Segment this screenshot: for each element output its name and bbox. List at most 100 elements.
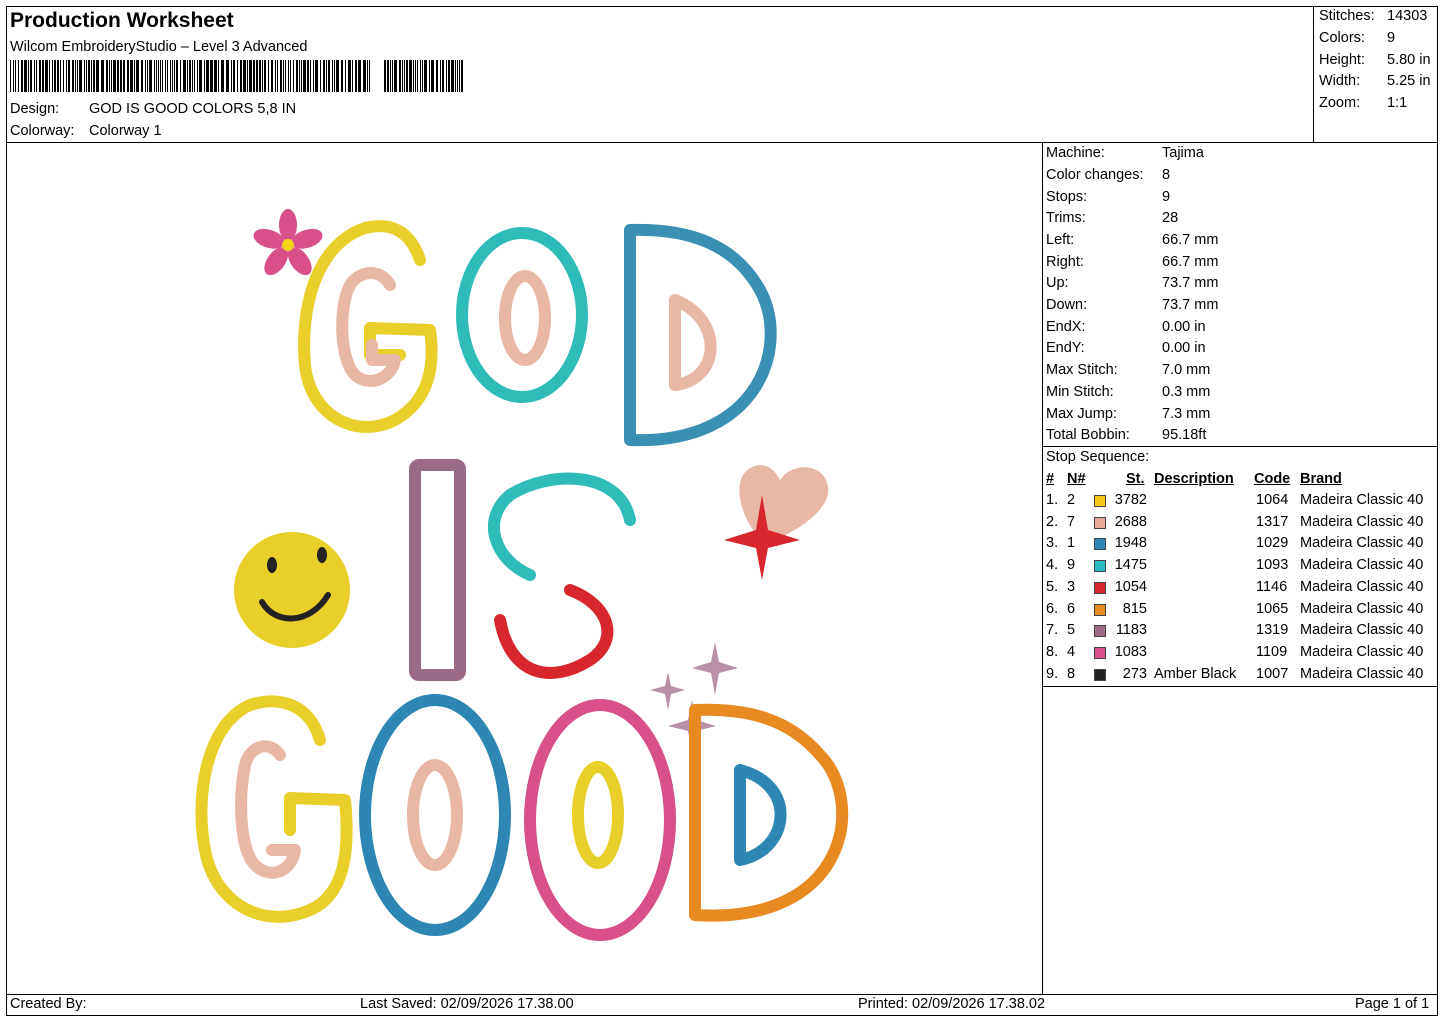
barcode-bar [422,60,423,92]
barcode-bar [231,60,232,92]
barcode-bar [214,60,217,92]
barcode-bar [402,60,403,92]
info-value: 95.18ft [1162,427,1207,443]
row-code: 1007 [1256,665,1289,682]
row-brand: Madeira Classic 40 [1300,578,1424,595]
row-num: 8. [1046,643,1059,660]
barcode-bar [167,60,168,92]
barcode-bar [315,60,318,92]
barcode-bar [63,60,64,92]
info-value: 73.7 mm [1162,297,1219,313]
info-value: 28 [1162,210,1179,226]
barcode-bar [226,60,229,92]
row-brand: Madeira Classic 40 [1300,600,1424,617]
barcode-bar [290,60,291,92]
barcode-bar [262,60,263,92]
barcode-bar [165,60,166,92]
info-label: Max Stitch: [1046,362,1118,378]
barcode-bar [101,60,104,92]
barcode-bar [429,60,430,92]
info-value: 66.7 mm [1162,232,1219,248]
letter-o-bottom2-outer [524,699,676,941]
barcode-bar [285,60,286,92]
color-swatch [1094,538,1106,551]
embroidery-design-preview [195,209,849,941]
row-code: 1319 [1256,622,1289,639]
barcode-bar [451,60,454,92]
col-header-stitches: St. [1126,471,1145,487]
barcode-bar [180,60,181,92]
barcode-bar [277,60,278,92]
color-swatch [1094,646,1106,659]
barcode-bar [187,60,188,92]
row-description: Amber Black [1154,665,1237,682]
letter-o-bottom1-inner [407,759,463,871]
barcode-bar [328,60,330,92]
colorway-value: Colorway 1 [89,123,162,139]
info-label: EndY: [1046,340,1085,356]
letter-o-inner [499,270,551,366]
barcode-bar [455,60,456,92]
page-title: Production Worksheet [10,9,234,32]
barcode-bar [147,60,148,92]
barcode-bar [358,60,361,92]
info-value: 66.7 mm [1162,254,1219,270]
barcode-bar [192,60,193,92]
row-code: 1093 [1256,557,1289,574]
barcode-bar [88,60,90,92]
software-name: Wilcom EmbroideryStudio – Level 3 Advanc… [10,39,308,55]
header-summary-divider [1313,6,1314,143]
barcode-bar [326,60,327,92]
row-code: 1064 [1256,492,1289,508]
barcode-bar [461,60,463,92]
barcode-bar [18,60,19,92]
info-label: Trims: [1046,210,1086,226]
barcode-bar [10,60,11,92]
barcode-bar [162,60,163,92]
barcode-bar [442,60,444,92]
barcode-bar [424,60,427,92]
row-brand: Madeira Classic 40 [1300,665,1424,682]
barcode-bar [341,60,343,92]
barcode-bar [249,60,252,92]
letter-d-outer [624,223,777,447]
letter-o-bottom2-inner [572,761,624,869]
barcode-bar [221,60,224,92]
barcode-bar [310,60,311,92]
barcode-bar [106,60,108,92]
barcode-bar [42,60,44,92]
barcode-bar [68,60,70,92]
footer-page-number: Page 1 of 1 [1355,996,1430,1012]
info-value: 7.0 mm [1162,362,1211,378]
barcode-bar [417,60,418,92]
col-header-brand: Brand [1300,471,1342,487]
row-num: 2. [1046,513,1059,530]
summary-height-label: Height: [1319,52,1365,68]
letter-o-bottom1-outer [359,694,511,936]
row-code: 1146 [1256,578,1288,595]
barcode-bar [440,60,441,92]
info-value: 9 [1162,189,1171,205]
barcode-bar [158,60,159,92]
info-label: Color changes: [1046,167,1144,183]
col-header-code: Code [1254,471,1291,487]
info-value: 0.00 in [1162,319,1206,335]
barcode-bar [34,60,35,92]
barcode-bar [84,60,85,92]
col-header-description: Description [1154,471,1234,487]
row-brand: Madeira Classic 40 [1300,643,1424,660]
barcode-bar [149,60,152,92]
barcode-bar [243,60,246,92]
barcode-bar [210,60,213,92]
barcode-bar [172,60,173,92]
row-brand: Madeira Classic 40 [1300,513,1424,530]
row-needle: 4 [1067,643,1076,660]
barcode-bar [176,60,178,92]
letter-i [409,459,466,681]
row-needle: 5 [1067,622,1076,639]
barcode-bar [24,60,27,92]
row-needle: 8 [1067,665,1076,682]
barcode-bar [109,60,110,92]
barcode-bar [275,60,276,92]
info-value: 8 [1162,167,1171,183]
